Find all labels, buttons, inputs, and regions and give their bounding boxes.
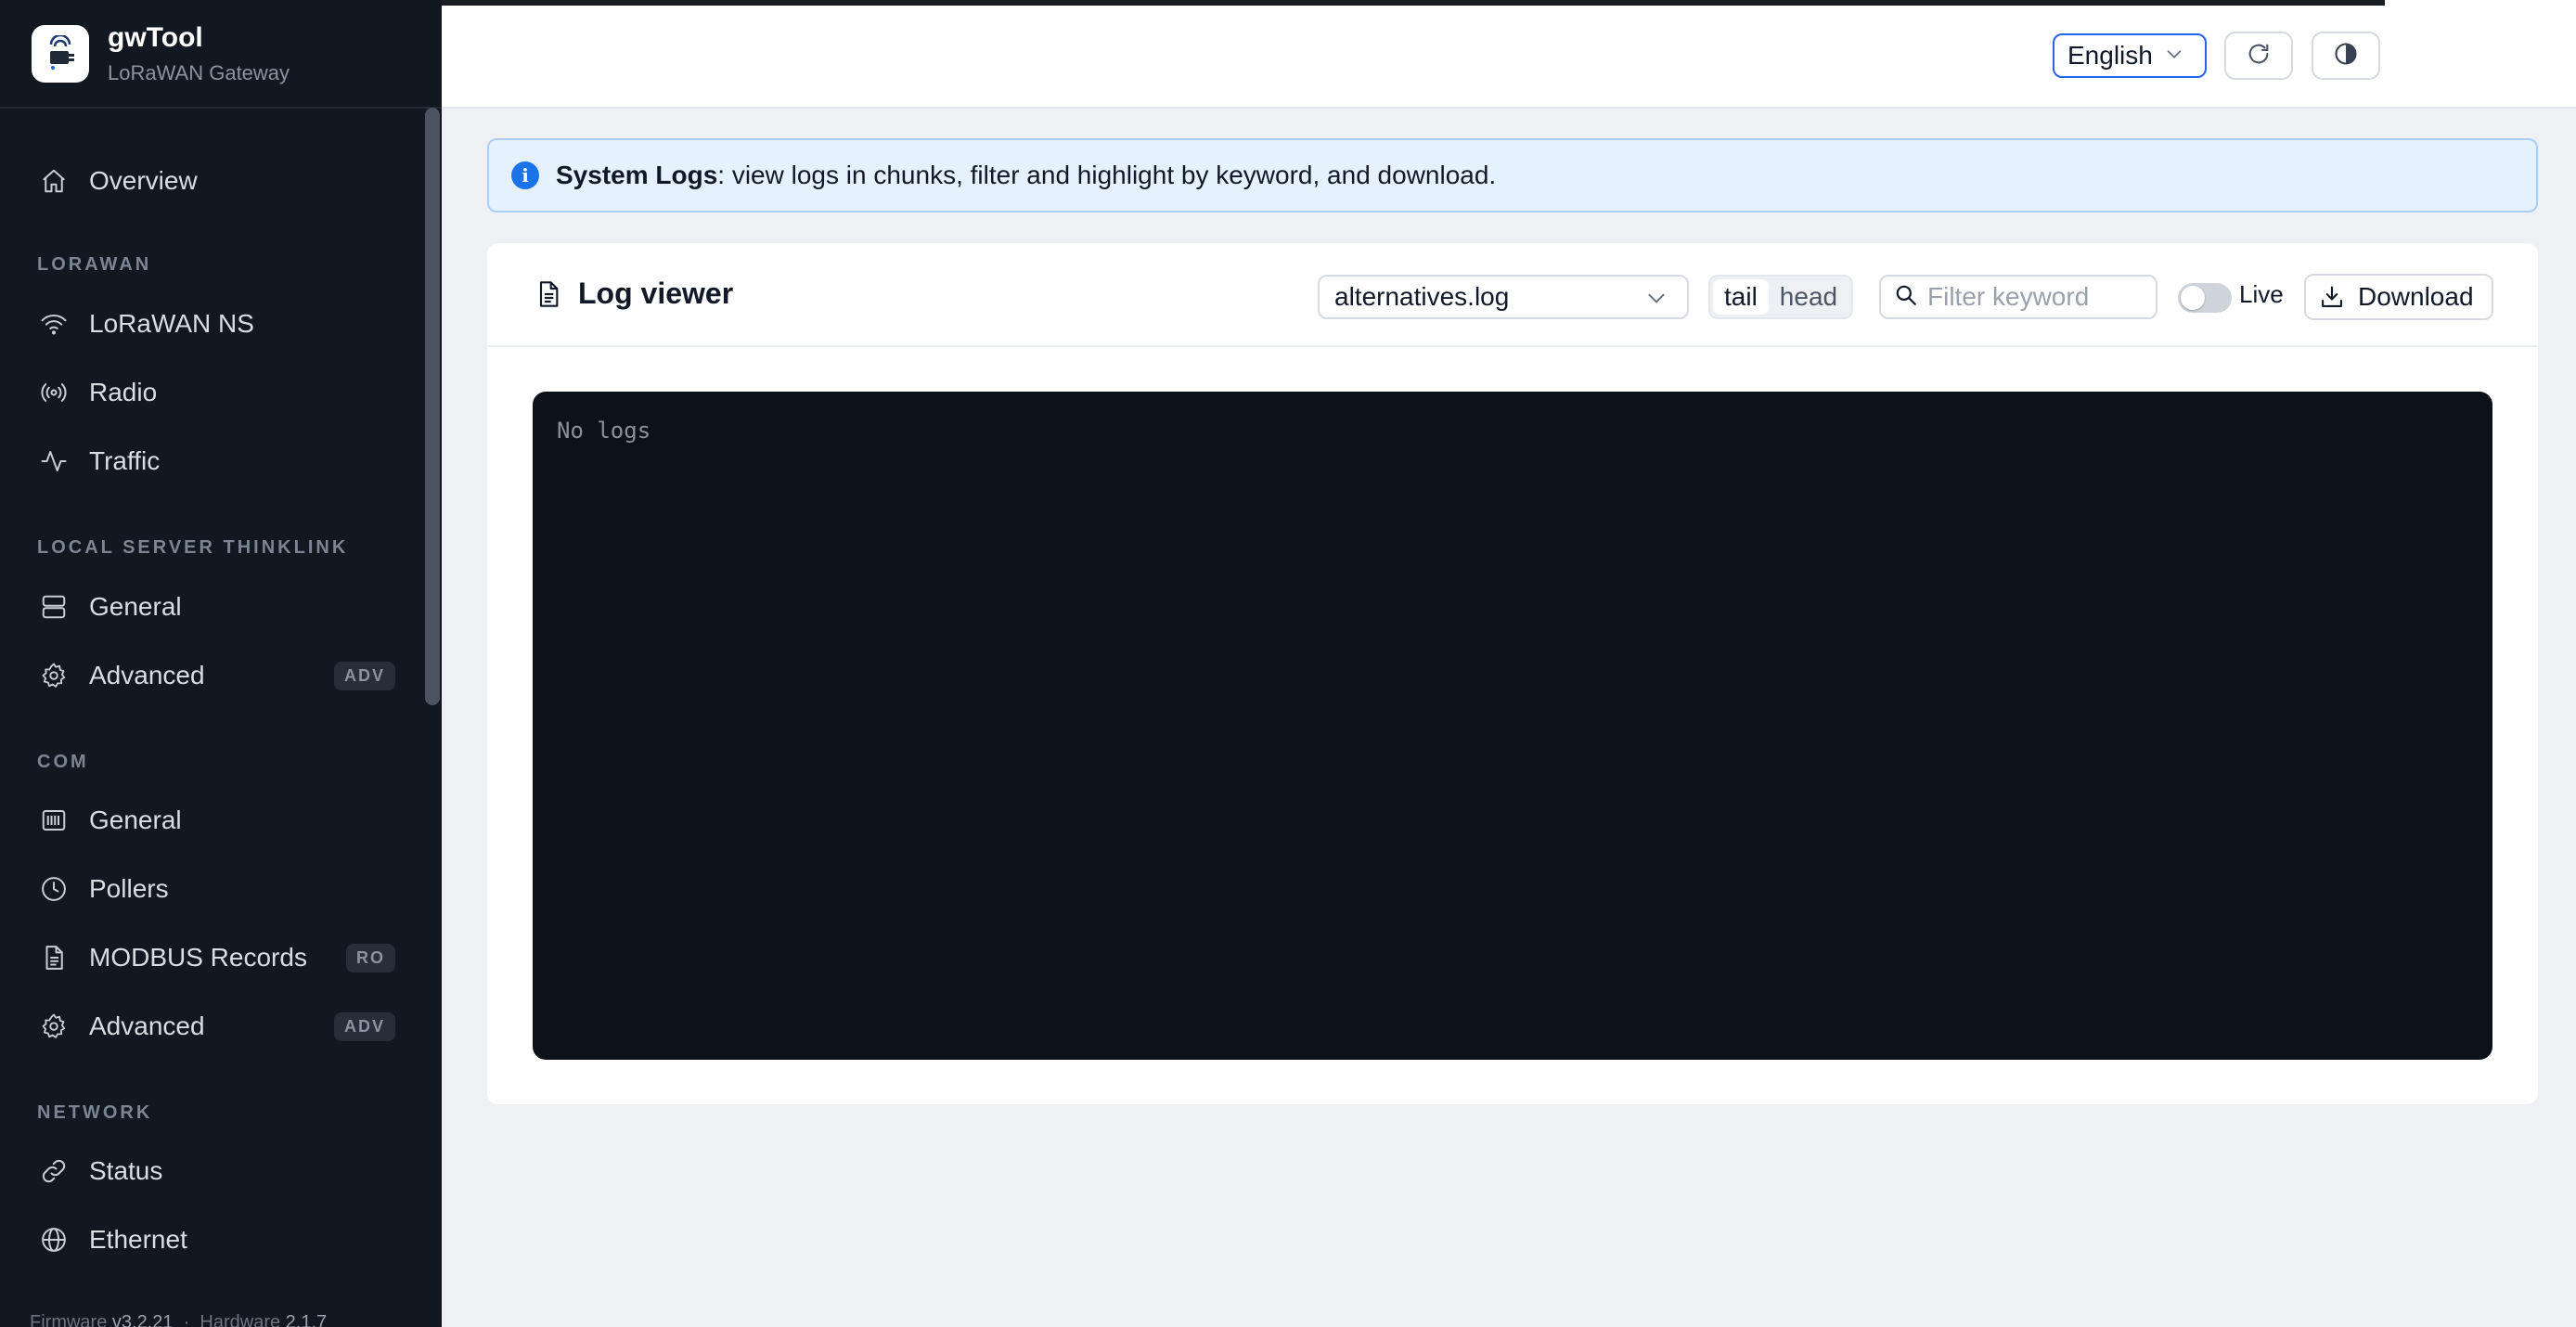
sidebar-item-label: Overview xyxy=(89,166,198,195)
download-label: Download xyxy=(2358,282,2474,311)
mode-tail-button[interactable]: tail xyxy=(1713,279,1769,315)
sidebar-item-label: LoRaWAN NS xyxy=(89,309,254,338)
brand-header: gwTool LoRaWAN Gateway xyxy=(0,0,442,109)
gear-icon xyxy=(37,659,71,692)
language-value: English xyxy=(2067,41,2153,70)
log-viewer-card: Log viewer alternatives.log tail head Li… xyxy=(487,243,2538,1104)
hardware-label: Hardware xyxy=(200,1312,281,1327)
toggle-knob xyxy=(2181,286,2205,310)
sidebar-item-label: Advanced xyxy=(89,661,205,689)
document-icon xyxy=(534,278,563,310)
barcode-icon xyxy=(37,804,71,837)
contrast-icon xyxy=(2333,41,2359,71)
sidebar-item-overview[interactable]: Overview xyxy=(19,153,399,209)
live-toggle[interactable] xyxy=(2178,283,2232,313)
sidebar-item-label: Pollers xyxy=(89,874,169,903)
sidebar-item-ethernet[interactable]: Ethernet xyxy=(19,1212,399,1268)
adv-badge: ADV xyxy=(333,1011,395,1041)
refresh-icon xyxy=(2246,41,2272,71)
search-icon xyxy=(1894,283,1918,312)
section-title-local-server: LOCAL SERVER THINKLINK xyxy=(37,537,349,558)
log-output-console[interactable]: No logs xyxy=(533,392,2492,1060)
alert-title: System Logs xyxy=(556,161,718,189)
download-button[interactable]: Download xyxy=(2304,274,2493,320)
firmware-label: Firmware xyxy=(30,1312,108,1327)
adv-badge: ADV xyxy=(333,661,395,690)
refresh-button[interactable] xyxy=(2224,32,2293,80)
chevron-down-icon xyxy=(1644,286,1668,316)
sidebar-item-label: Radio xyxy=(89,378,158,406)
theme-toggle-button[interactable] xyxy=(2312,32,2380,80)
sidebar-item-com-advanced[interactable]: Advanced ADV xyxy=(19,998,399,1054)
sidebar-item-pollers[interactable]: Pollers xyxy=(19,861,399,917)
gear-icon xyxy=(37,1010,71,1043)
mode-segmented-control: tail head xyxy=(1708,275,1854,319)
sidebar: gwTool LoRaWAN Gateway Overview LORAWAN … xyxy=(0,0,442,1327)
empty-logs-text: No logs xyxy=(557,418,651,444)
log-file-select[interactable]: alternatives.log xyxy=(1318,275,1689,319)
info-alert: i System Logs : view logs in chunks, fil… xyxy=(487,138,2538,213)
log-file-value: alternatives.log xyxy=(1334,282,1510,311)
sidebar-item-com-general[interactable]: General xyxy=(19,792,399,848)
filter-keyword-field xyxy=(1879,275,2157,319)
firmware-version: v3.2.21 xyxy=(111,1312,174,1327)
radio-icon xyxy=(37,376,71,409)
file-icon xyxy=(37,941,71,974)
sidebar-item-label: Advanced xyxy=(89,1011,205,1040)
live-label: Live xyxy=(2239,280,2284,308)
gateway-logo-icon xyxy=(32,24,89,83)
globe-icon xyxy=(37,1223,71,1256)
sidebar-scrollbar[interactable] xyxy=(425,108,440,705)
sidebar-item-label: MODBUS Records xyxy=(89,943,307,972)
sidebar-item-thinklink-advanced[interactable]: Advanced ADV xyxy=(19,648,399,703)
server-icon xyxy=(37,590,71,624)
ro-badge: RO xyxy=(346,943,395,973)
section-title-lorawan: LORAWAN xyxy=(37,254,152,275)
sidebar-item-label: General xyxy=(89,592,182,621)
sidebar-item-thinklink-general[interactable]: General xyxy=(19,579,399,635)
download-icon xyxy=(2319,284,2345,310)
filter-keyword-input[interactable] xyxy=(1927,282,2150,312)
activity-icon xyxy=(37,444,71,478)
log-viewer-title: Log viewer xyxy=(578,277,734,310)
loading-progress-bar xyxy=(442,0,2385,6)
chevron-down-icon xyxy=(2164,41,2184,71)
log-viewer-toolbar: Log viewer alternatives.log tail head Li… xyxy=(487,243,2538,347)
brand-title: gwTool xyxy=(108,21,203,53)
info-icon: i xyxy=(511,161,539,189)
section-title-network: NETWORK xyxy=(37,1102,153,1123)
sidebar-item-lorawan-ns[interactable]: LoRaWAN NS xyxy=(19,296,399,352)
sidebar-item-label: Ethernet xyxy=(89,1225,187,1254)
language-select[interactable]: English xyxy=(2053,33,2207,78)
sidebar-item-modbus-records[interactable]: MODBUS Records RO xyxy=(19,930,399,986)
sidebar-item-label: General xyxy=(89,805,182,834)
wifi-icon xyxy=(37,307,71,341)
clock-icon xyxy=(37,872,71,906)
sidebar-item-traffic[interactable]: Traffic xyxy=(19,433,399,489)
sidebar-item-label: Traffic xyxy=(89,446,161,475)
mode-head-button[interactable]: head xyxy=(1769,279,1848,315)
brand-subtitle: LoRaWAN Gateway xyxy=(108,60,290,84)
hardware-version: 2.1.7 xyxy=(285,1312,328,1327)
version-footer: Firmware v3.2.21 · Hardware 2.1.7 xyxy=(30,1312,327,1327)
sidebar-item-network-status[interactable]: Status xyxy=(19,1143,399,1199)
alert-text: : view logs in chunks, filter and highli… xyxy=(717,161,1497,189)
link-icon xyxy=(37,1154,71,1188)
sidebar-item-label: Status xyxy=(89,1156,163,1185)
card-title: Log viewer xyxy=(534,277,733,311)
sidebar-item-radio[interactable]: Radio xyxy=(19,365,399,420)
home-icon xyxy=(37,164,71,198)
section-title-com: COM xyxy=(37,752,89,772)
